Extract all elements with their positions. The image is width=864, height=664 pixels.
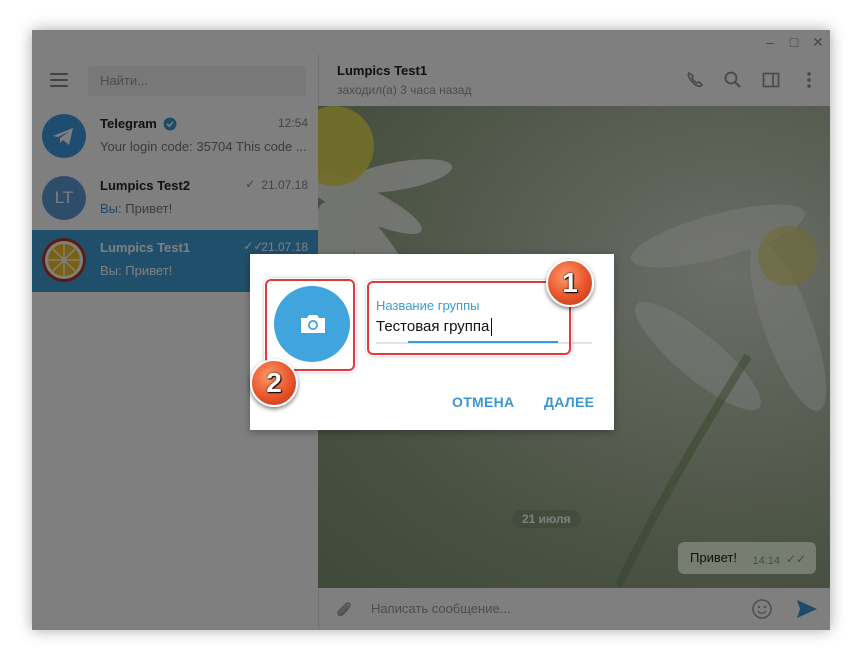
highlight-box-name — [367, 281, 571, 355]
next-button[interactable]: ДАЛЕЕ — [544, 394, 594, 410]
highlight-box-photo — [265, 279, 355, 371]
step-marker-1: 1 — [546, 259, 594, 307]
cancel-button[interactable]: ОТМЕНА — [452, 394, 514, 410]
step-marker-2: 2 — [250, 359, 298, 407]
